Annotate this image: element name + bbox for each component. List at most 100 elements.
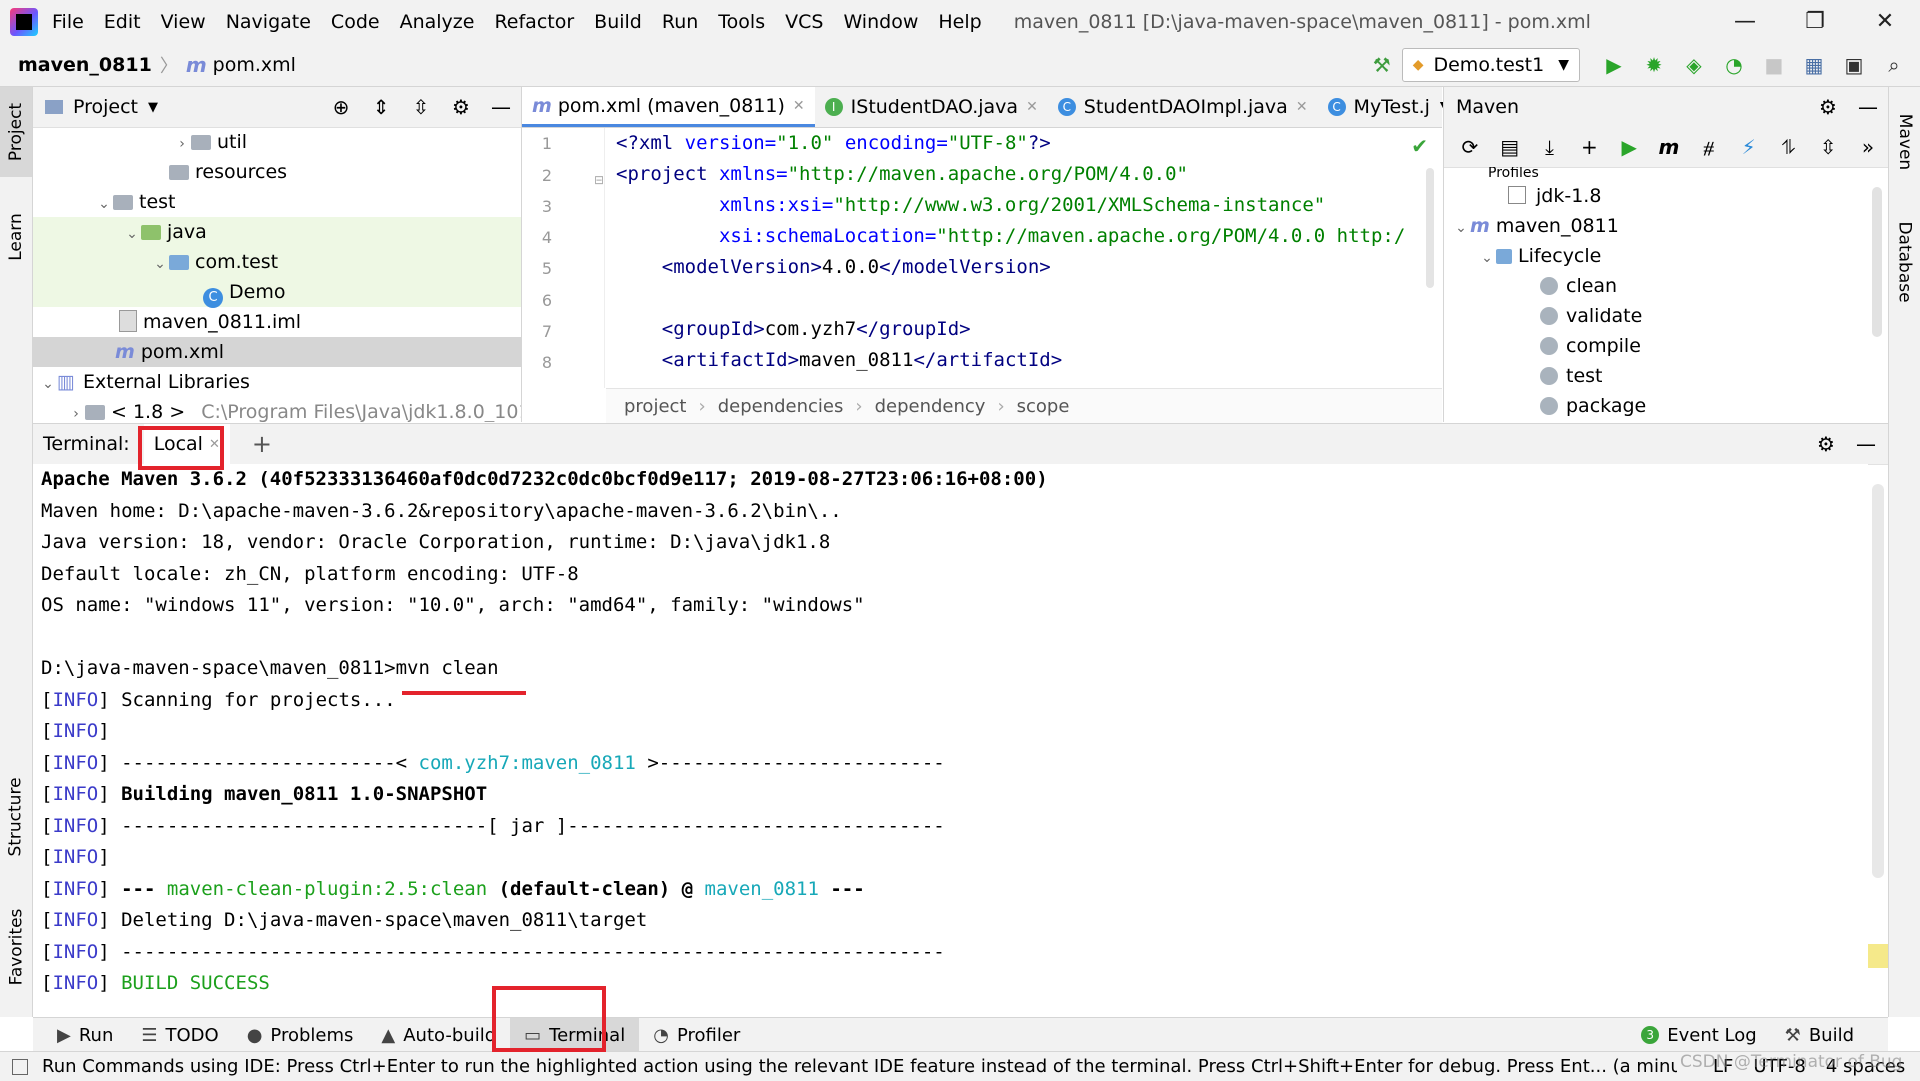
collapse-all-icon[interactable]: ⇳ (407, 93, 435, 121)
profile-checkbox[interactable] (1508, 186, 1526, 204)
menu-vcs[interactable]: VCS (785, 11, 823, 33)
collapse-icon[interactable]: ⇳ (1814, 133, 1842, 161)
tool-tab-favorites[interactable]: Favorites (0, 897, 32, 997)
breadcrumb-project[interactable]: maven_0811 (18, 54, 152, 76)
chevron-right-icon[interactable]: › (173, 129, 191, 159)
tab-close-icon[interactable]: ✕ (1026, 99, 1038, 115)
add-icon[interactable]: + (1575, 133, 1603, 161)
tab-studentdaoimpl[interactable]: C StudentDAOImpl.java ✕ (1048, 87, 1318, 127)
fold-icon[interactable]: ⊟ (594, 173, 604, 187)
settings-gear-icon[interactable]: ⚙ (447, 93, 475, 121)
maven-tree-project[interactable]: ⌄ m maven_0811 (1444, 211, 1888, 241)
hide-icon[interactable]: — (1854, 93, 1882, 121)
maven-goal-package[interactable]: package (1444, 391, 1888, 421)
run-icon[interactable]: ▶ (1600, 51, 1628, 79)
run-config-selector[interactable]: ◆ Demo.test1 ▼ (1401, 47, 1580, 82)
reload-icon[interactable]: ⟳ (1456, 133, 1484, 161)
tool-event-log[interactable]: 3 Event Log (1627, 1018, 1770, 1052)
tree-item-external-libraries[interactable]: ⌄ ▥ External Libraries (33, 367, 521, 397)
tree-item-test[interactable]: ⌄ test (33, 187, 521, 217)
hide-icon[interactable]: — (1852, 430, 1880, 458)
generate-sources-icon[interactable]: ▤ (1496, 133, 1524, 161)
tool-tab-database[interactable]: Database (1889, 207, 1920, 317)
tool-todo[interactable]: ☰ TODO (127, 1018, 232, 1052)
chevron-down-icon[interactable]: ⌄ (1478, 243, 1496, 273)
tool-auto-build[interactable]: ▲ Auto-build (367, 1018, 510, 1052)
restore-icon[interactable]: ❐ (1780, 9, 1850, 34)
tree-item-java[interactable]: ⌄ java (33, 217, 521, 247)
expand-all-icon[interactable]: ⇕ (367, 93, 395, 121)
status-message[interactable]: Run Commands using IDE: Press Ctrl+Enter… (42, 1056, 1677, 1077)
menu-navigate[interactable]: Navigate (226, 11, 311, 33)
close-icon[interactable]: ✕ (1850, 9, 1920, 34)
project-panel-title[interactable]: Project (73, 96, 138, 118)
maven-tree-lifecycle[interactable]: ⌄ Lifecycle (1444, 241, 1888, 271)
execute-goal-icon[interactable]: m (1655, 133, 1683, 161)
terminal-output[interactable]: Apache Maven 3.6.2 (40f52333136460af0dc0… (33, 464, 1868, 1016)
stop-icon[interactable]: ■ (1760, 51, 1788, 79)
tree-item-demo[interactable]: C Demo (33, 277, 521, 308)
tree-item-resources[interactable]: resources (33, 157, 521, 187)
run-icon[interactable]: ▶ (1615, 133, 1643, 161)
tree-item-util[interactable]: › util (33, 127, 521, 157)
tree-item-com-test[interactable]: ⌄ com.test (33, 247, 521, 277)
tool-build[interactable]: ⚒ Build (1771, 1018, 1868, 1052)
settings-gear-icon[interactable]: ⚙ (1814, 93, 1842, 121)
tool-tab-learn[interactable]: Learn (0, 197, 32, 277)
coverage-icon[interactable]: ◈ (1680, 51, 1708, 79)
minimize-icon[interactable]: — (1710, 9, 1780, 34)
tab-mytest[interactable]: C MyTest.j (1318, 87, 1440, 127)
settings-gear-icon[interactable]: ⚙ (1812, 430, 1840, 458)
download-icon[interactable]: ⤓ (1536, 133, 1564, 161)
maven-goal-test[interactable]: test (1444, 361, 1888, 391)
maven-goal-clean[interactable]: clean (1444, 271, 1888, 301)
menu-analyze[interactable]: Analyze (400, 11, 475, 33)
menu-edit[interactable]: Edit (104, 11, 141, 33)
chevron-down-icon[interactable]: ▼ (148, 100, 158, 115)
menu-refactor[interactable]: Refactor (494, 11, 574, 33)
build-hammer-icon[interactable]: ⚒ (1368, 51, 1396, 79)
breadcrumb-scope[interactable]: scope (1017, 396, 1070, 417)
maven-goal-compile[interactable]: compile (1444, 331, 1888, 361)
maven-scrollbar[interactable] (1872, 187, 1882, 337)
new-terminal-tab-icon[interactable]: + (252, 430, 272, 458)
toggle-tool-windows-icon[interactable] (12, 1058, 28, 1075)
chevron-down-icon[interactable]: ⌄ (39, 369, 57, 399)
profile-icon[interactable]: ◔ (1720, 51, 1748, 79)
breadcrumb-project-tag[interactable]: project (624, 396, 686, 417)
breadcrumb-dependencies[interactable]: dependencies (718, 396, 844, 417)
breadcrumb-file[interactable]: pom.xml (213, 54, 296, 76)
tab-close-icon[interactable]: ✕ (1296, 99, 1308, 115)
menu-file[interactable]: File (52, 11, 84, 33)
project-structure-icon[interactable]: ▦ (1800, 51, 1828, 79)
tree-item-pom[interactable]: m pom.xml (33, 337, 521, 367)
toggle-offline-icon[interactable]: ⧣ (1695, 133, 1723, 161)
maven-goal-validate[interactable]: validate (1444, 301, 1888, 331)
tool-profiler[interactable]: ◔ Profiler (639, 1018, 754, 1052)
tab-pom-xml[interactable]: m pom.xml (maven_0811) ✕ (522, 87, 815, 127)
menu-view[interactable]: View (161, 11, 206, 33)
maven-tree-jdk[interactable]: jdk-1.8 (1444, 181, 1888, 211)
hide-icon[interactable]: — (487, 93, 515, 121)
layout-icon[interactable]: ▣ (1840, 51, 1868, 79)
tool-tab-project[interactable]: Project (0, 87, 32, 177)
inspection-ok-icon[interactable]: ✔ (1411, 134, 1428, 158)
chevron-down-icon[interactable]: ⌄ (95, 189, 113, 219)
code-editor[interactable]: <?xml version="1.0" encoding="UTF-8"?> <… (606, 128, 1442, 388)
tab-close-icon[interactable]: ✕ (793, 98, 805, 114)
more-icon[interactable]: » (1854, 133, 1882, 161)
locate-icon[interactable]: ⊕ (327, 93, 355, 121)
breadcrumb-dependency[interactable]: dependency (875, 396, 986, 417)
menu-code[interactable]: Code (331, 11, 380, 33)
menu-build[interactable]: Build (594, 11, 642, 33)
tool-problems[interactable]: ● Problems (233, 1018, 368, 1052)
chevron-down-icon[interactable]: ⌄ (123, 219, 141, 249)
terminal-scrollbar[interactable] (1872, 484, 1884, 878)
menu-help[interactable]: Help (938, 11, 981, 33)
menu-window[interactable]: Window (843, 11, 918, 33)
maven-tree-profiles[interactable]: Profiles (1444, 167, 1888, 179)
tab-istudentdao[interactable]: I IStudentDAO.java ✕ (815, 87, 1048, 127)
menu-tools[interactable]: Tools (718, 11, 765, 33)
debug-icon[interactable]: ✹ (1640, 51, 1668, 79)
tree-item-jdk[interactable]: › < 1.8 > C:\Program Files\Java\jdk1.8.0_… (33, 397, 521, 422)
